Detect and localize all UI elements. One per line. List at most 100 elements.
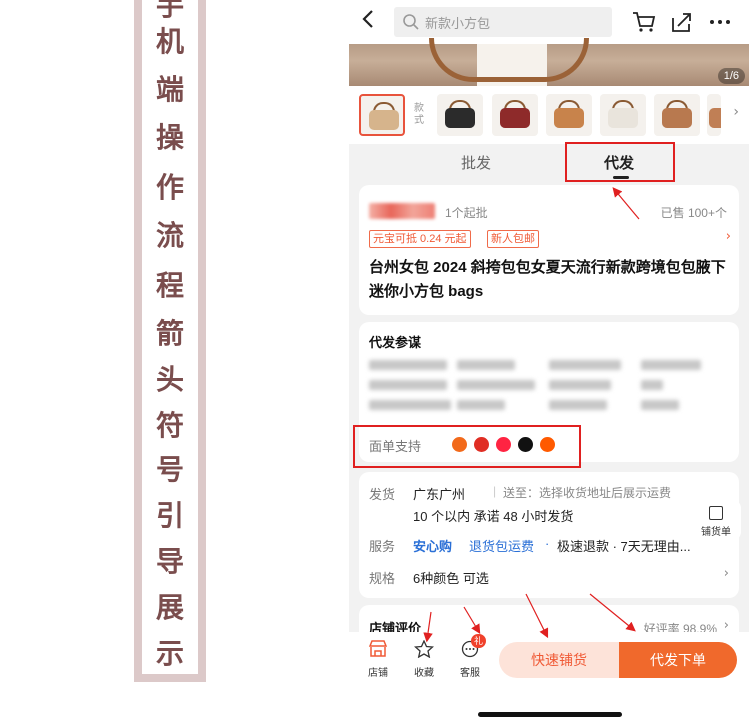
- thumb-5[interactable]: [654, 94, 700, 136]
- vertical-banner: 手机端操作流程箭头符号引导展示: [134, 0, 206, 682]
- favorite-button[interactable]: 收藏: [405, 639, 443, 679]
- bag-shape: [554, 108, 584, 128]
- product-title: 台州女包 2024 斜挎包包女夏天流行新款跨境包包腋下迷你小方包 bags: [369, 259, 726, 300]
- blurred-metric: [369, 360, 447, 370]
- search-input[interactable]: 新款小方包: [394, 7, 612, 37]
- details-card: 发货 广东广州 | 送至：选择收货地址后展示运费 10 个以内 承诺 48 小时…: [359, 472, 739, 598]
- spec-label: 规格: [369, 571, 396, 586]
- banner-char: 机: [155, 25, 184, 58]
- chevron-right-icon[interactable]: ›: [726, 229, 731, 244]
- thumb-2[interactable]: [492, 94, 538, 136]
- service-dot: ·: [545, 536, 550, 551]
- search-placeholder: 新款小方包: [425, 16, 491, 31]
- sold-count: 已售 100+个: [660, 206, 727, 220]
- spec-value[interactable]: 6种颜色 可选: [413, 568, 489, 587]
- shop-label: 店铺: [368, 668, 388, 679]
- reference-title: 代发参谋: [369, 335, 422, 350]
- blurred-metric: [457, 400, 505, 410]
- thumb-3[interactable]: [546, 94, 592, 136]
- banner-char: 导: [155, 545, 184, 578]
- service-return-shipping[interactable]: 退货包运费: [469, 536, 534, 555]
- banner-char: 箭: [155, 317, 184, 350]
- blurred-metric: [641, 380, 663, 390]
- product-image[interactable]: 1/6: [349, 38, 749, 86]
- blurred-metric: [549, 400, 607, 410]
- banner-char: 符: [155, 409, 184, 442]
- list-icon: [709, 506, 723, 520]
- search-icon: [403, 14, 419, 30]
- share-icon[interactable]: [669, 10, 695, 34]
- min-order: 1个起批: [445, 206, 488, 220]
- blurred-metric: [641, 360, 701, 370]
- blurred-metric: [457, 360, 515, 370]
- ship-to[interactable]: 送至：选择收货地址后展示运费: [503, 484, 671, 501]
- shop-button[interactable]: 店铺: [359, 640, 397, 679]
- ship-label: 发货: [369, 487, 396, 502]
- bag-shape: [445, 108, 475, 128]
- thumb-6[interactable]: [707, 94, 721, 136]
- listing-list-button[interactable]: 铺货单: [691, 500, 741, 540]
- banner-char: 端: [155, 73, 184, 106]
- quick-list-button[interactable]: 快速铺货: [499, 642, 619, 678]
- listing-list-label: 铺货单: [701, 527, 731, 538]
- hero-strap: [429, 38, 589, 82]
- highlight-box-dropship: [565, 142, 675, 182]
- more-icon[interactable]: [707, 10, 733, 34]
- banner-char: 程: [155, 269, 184, 302]
- cart-icon[interactable]: [631, 10, 657, 34]
- bag-shape: [369, 110, 399, 130]
- banner-char: 作: [155, 171, 184, 204]
- service-anxin[interactable]: 安心购: [413, 536, 452, 555]
- blurred-metric: [549, 360, 621, 370]
- style-label: 款式: [414, 103, 424, 126]
- banner-char: 头: [155, 363, 184, 396]
- mode-tabs: 批发 代发: [349, 144, 749, 182]
- customer-service-button[interactable]: 礼 客服: [451, 634, 489, 679]
- banner-char: 流: [155, 219, 184, 252]
- store-icon: [368, 640, 388, 657]
- highlight-box-faceplate: [353, 425, 581, 468]
- tab-wholesale[interactable]: 批发: [461, 152, 491, 173]
- banner-inner: 手机端操作流程箭头符号引导展示: [142, 0, 198, 674]
- thumb-1[interactable]: [437, 94, 483, 136]
- favorite-label: 收藏: [414, 668, 434, 679]
- style-thumbnails: 款式 ›: [349, 86, 749, 144]
- bag-shape: [662, 108, 692, 128]
- thumb-0[interactable]: [359, 94, 405, 136]
- blurred-metric: [549, 380, 611, 390]
- dropship-order-button[interactable]: 代发下单: [619, 642, 737, 678]
- blurred-metric: [641, 400, 679, 410]
- blurred-metric: [369, 380, 447, 390]
- screen: 手机端操作流程箭头符号引导展示 新款小方包 1/6 款式 › 批发 代发 1个起…: [0, 0, 749, 723]
- thumb-4[interactable]: [600, 94, 646, 136]
- image-counter: 1/6: [717, 68, 745, 84]
- divider: |: [493, 484, 497, 498]
- banner-char: 号: [155, 453, 184, 486]
- banner-char: 示: [155, 637, 184, 670]
- blurred-metric: [369, 400, 451, 410]
- home-indicator: [478, 712, 622, 717]
- chevron-left-icon[interactable]: [361, 8, 383, 36]
- service-label: 服务: [369, 539, 396, 554]
- banner-char: 操: [155, 121, 184, 154]
- bag-shape: [608, 108, 638, 128]
- star-icon: [413, 639, 435, 659]
- ship-promise: 10 个以内 承诺 48 小时发货: [413, 509, 574, 524]
- chevron-right-icon[interactable]: ›: [724, 566, 729, 581]
- banner-char: 引: [155, 499, 184, 532]
- bag-shape: [500, 108, 530, 128]
- chevron-right-icon[interactable]: ›: [733, 104, 739, 120]
- chevron-right-icon[interactable]: ›: [724, 618, 729, 633]
- bag-shape: [709, 108, 721, 128]
- promo-tag-yuanbao[interactable]: 元宝可抵 0.24 元起: [369, 230, 471, 248]
- customer-service-label: 客服: [460, 668, 480, 679]
- blurred-metric: [457, 380, 535, 390]
- ship-from: 广东广州: [413, 487, 466, 502]
- gift-badge: 礼: [471, 634, 487, 648]
- promo-tag-newuser[interactable]: 新人包邮: [487, 230, 539, 248]
- service-refund[interactable]: 极速退款 · 7天无理由...: [557, 536, 691, 555]
- product-info-card: 1个起批 已售 100+个 元宝可抵 0.24 元起 新人包邮 › 台州女包 2…: [359, 185, 739, 315]
- phone-screen: 新款小方包 1/6 款式 › 批发 代发 1个起批 已售 100+个 元宝可抵 …: [349, 0, 749, 723]
- price-blurred: [369, 203, 435, 219]
- banner-char: 展: [155, 591, 184, 624]
